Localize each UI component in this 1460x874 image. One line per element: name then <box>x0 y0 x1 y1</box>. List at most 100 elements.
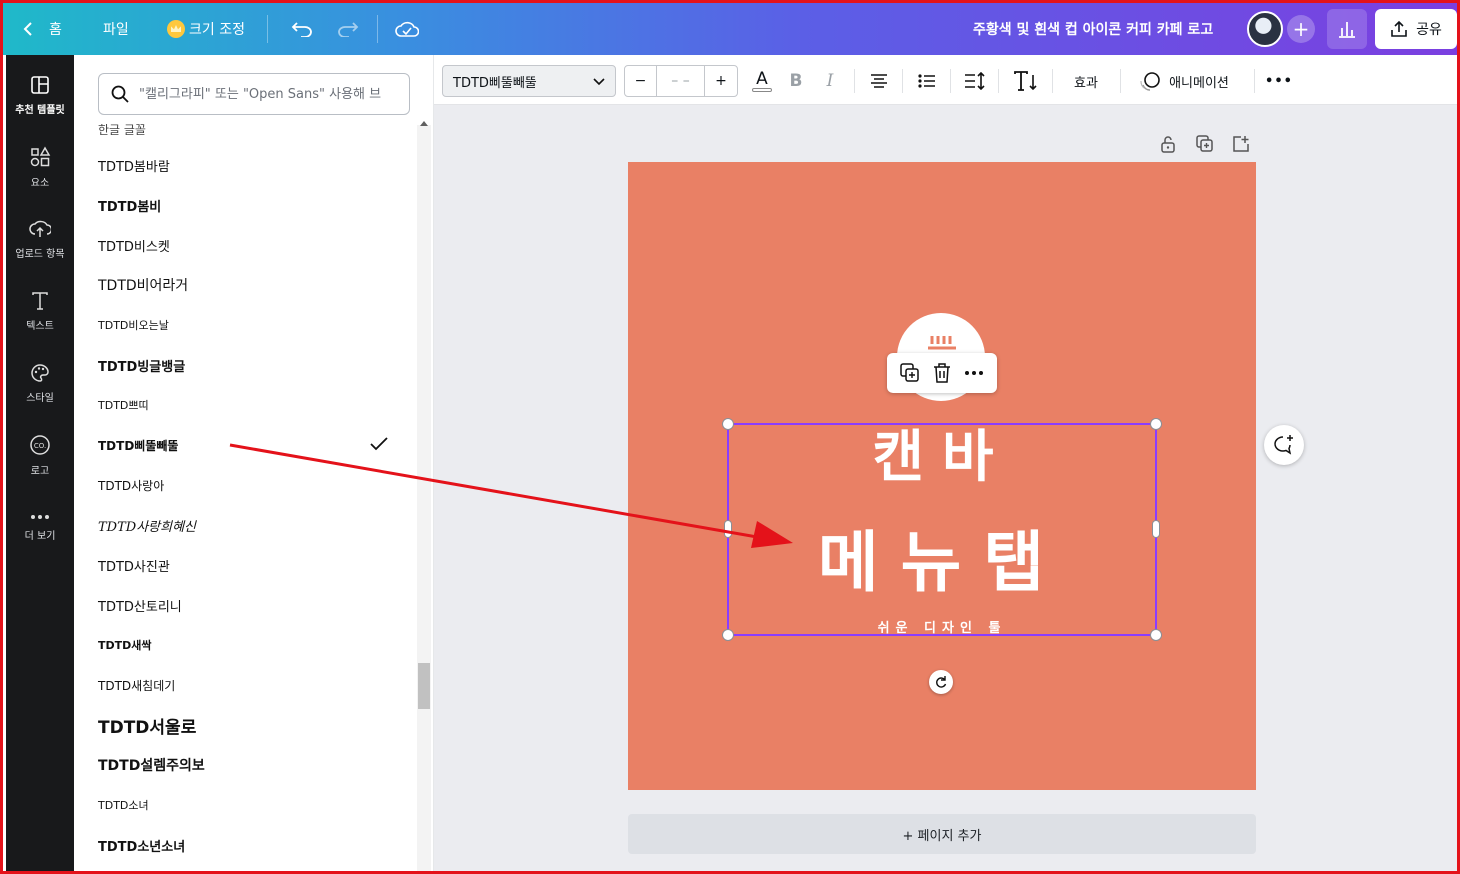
color-swatch <box>752 87 772 92</box>
rail-item-styles[interactable]: 스타일 <box>6 351 74 415</box>
rail-item-elements[interactable]: 요소 <box>6 135 74 199</box>
font-search-input[interactable] <box>139 86 399 102</box>
lock-icon[interactable] <box>1160 135 1176 153</box>
font-size-decrease-button[interactable]: − <box>625 66 657 96</box>
font-item[interactable]: TDTD비어라거 <box>98 271 398 299</box>
font-item[interactable]: TDTD빙글뱅글 <box>98 351 398 379</box>
user-avatar[interactable] <box>1247 11 1283 47</box>
chevron-left-icon <box>23 22 32 36</box>
scroll-up-arrow-icon[interactable] <box>420 121 428 126</box>
font-item[interactable]: TDTD사랑희혜신 <box>98 511 398 539</box>
text-case-button[interactable] <box>1012 67 1040 95</box>
home-button[interactable]: 홈 <box>23 3 62 55</box>
divider <box>267 15 268 43</box>
more-dots-icon[interactable] <box>964 370 984 376</box>
font-item-label: TDTD서울로 <box>98 717 197 738</box>
scrollbar-thumb[interactable] <box>418 663 430 709</box>
font-item[interactable]: TDTD소년소녀 <box>98 831 398 859</box>
redo-button[interactable] <box>337 3 359 55</box>
share-button[interactable]: 공유 <box>1375 9 1457 49</box>
left-navigation-rail: 추천 템플릿 요소 업로드 항목 텍스트 스타일 CO. 로고 더 보기 <box>6 55 74 871</box>
comment-plus-icon <box>1274 435 1293 455</box>
invite-button[interactable]: + <box>1287 15 1315 43</box>
font-item[interactable]: TDTD사진관 <box>98 551 398 579</box>
add-comment-button[interactable] <box>1264 425 1304 465</box>
coffee-cup-icon <box>928 336 956 350</box>
font-item[interactable]: TDTD새싹 <box>98 631 398 659</box>
crown-icon <box>167 20 185 38</box>
font-item[interactable]: TDTD설렘주의보 <box>98 751 398 779</box>
search-icon <box>111 85 129 103</box>
font-list-scrollbar[interactable] <box>417 121 431 871</box>
text-height-icon <box>1014 71 1037 91</box>
add-page-icon[interactable] <box>1232 135 1250 153</box>
checkmark-icon <box>370 437 388 451</box>
italic-button[interactable]: I <box>818 67 842 95</box>
list-button[interactable] <box>914 67 940 95</box>
layout-icon <box>31 75 49 94</box>
resize-handle-top-left[interactable] <box>722 418 734 430</box>
add-page-button[interactable]: + 페이지 추가 <box>628 814 1256 854</box>
rail-item-logo[interactable]: CO. 로고 <box>6 423 74 487</box>
duplicate-icon[interactable] <box>899 363 920 383</box>
effects-button[interactable]: 효과 <box>1064 67 1108 95</box>
font-item[interactable]: TDTD새침데기 <box>98 671 398 699</box>
divider <box>1052 69 1053 93</box>
font-item[interactable]: TDTD소녀 <box>98 791 398 819</box>
font-item[interactable]: TDTD봄바람 <box>98 151 398 179</box>
selection-box <box>722 418 1162 641</box>
align-center-button[interactable] <box>866 67 892 95</box>
resize-handle-right[interactable] <box>1152 520 1160 538</box>
insights-button[interactable] <box>1327 9 1367 49</box>
resize-button[interactable]: 크기 조정 <box>167 3 245 55</box>
bold-button[interactable]: B <box>784 67 808 95</box>
cloud-save-status[interactable] <box>395 3 419 55</box>
font-item[interactable]: TDTD서울로 <box>98 711 398 739</box>
font-size-increase-button[interactable]: + <box>705 66 737 96</box>
document-title[interactable]: 주황색 및 흰색 컵 아이콘 커피 카페 로고 <box>973 3 1213 55</box>
text-color-button[interactable]: A <box>750 67 774 95</box>
animate-label: 애니메이션 <box>1169 75 1229 91</box>
font-item-label: TDTD비오는날 <box>98 319 169 332</box>
rail-item-more[interactable]: 더 보기 <box>6 495 74 559</box>
font-item-selected[interactable]: TDTD삐뚤빼뚤 <box>98 431 398 459</box>
font-item[interactable]: TDTD비스켓 <box>98 231 398 259</box>
font-search-box[interactable] <box>98 73 410 115</box>
font-item[interactable]: TDTD산토리니 <box>98 591 398 619</box>
font-item[interactable]: TDTD사랑아 <box>98 471 398 499</box>
resize-handle-left[interactable] <box>724 520 732 538</box>
spacing-button[interactable] <box>962 67 988 95</box>
resize-handle-bottom-left[interactable] <box>722 629 734 641</box>
font-item[interactable]: TDTD비오는날 <box>98 311 398 339</box>
divider <box>377 15 378 43</box>
elements-icon <box>30 145 51 166</box>
rail-item-uploads[interactable]: 업로드 항목 <box>6 207 74 271</box>
resize-handle-top-right[interactable] <box>1150 418 1162 430</box>
svg-text:CO.: CO. <box>34 442 46 450</box>
font-family-dropdown[interactable]: TDTD삐뚤빼뚤 <box>442 65 616 97</box>
font-family-value: TDTD삐뚤빼뚤 <box>453 75 537 91</box>
font-item[interactable]: TDTD쁘띠 <box>98 391 398 419</box>
rail-item-templates[interactable]: 추천 템플릿 <box>6 63 74 127</box>
font-item[interactable]: TDTD봄비 <box>98 191 398 219</box>
trash-icon[interactable] <box>933 363 951 383</box>
rotate-handle[interactable] <box>929 670 953 694</box>
file-menu-button[interactable]: 파일 <box>103 3 129 55</box>
font-size-input[interactable]: – – <box>657 66 705 96</box>
undo-icon <box>291 22 312 37</box>
design-canvas[interactable]: 캔바 메뉴탭 쉬운 디자인 툴 <box>628 162 1256 790</box>
font-size-stepper[interactable]: − – – + <box>624 65 738 97</box>
undo-button[interactable] <box>291 3 313 55</box>
align-center-icon <box>871 74 887 88</box>
more-options-button[interactable]: ••• <box>1264 67 1294 95</box>
rail-label: 텍스트 <box>26 320 54 332</box>
duplicate-page-icon[interactable] <box>1196 135 1214 153</box>
resize-handle-bottom-right[interactable] <box>1150 629 1162 641</box>
font-category-heading: 한글 글꼴 <box>98 123 146 137</box>
bullet-list-icon <box>918 74 935 88</box>
animate-button[interactable]: 애니메이션 <box>1132 67 1236 95</box>
font-item-label: TDTD비어라거 <box>98 278 189 294</box>
upload-share-icon <box>1391 20 1407 37</box>
rail-item-text[interactable]: 텍스트 <box>6 279 74 343</box>
resize-label: 크기 조정 <box>189 22 245 38</box>
